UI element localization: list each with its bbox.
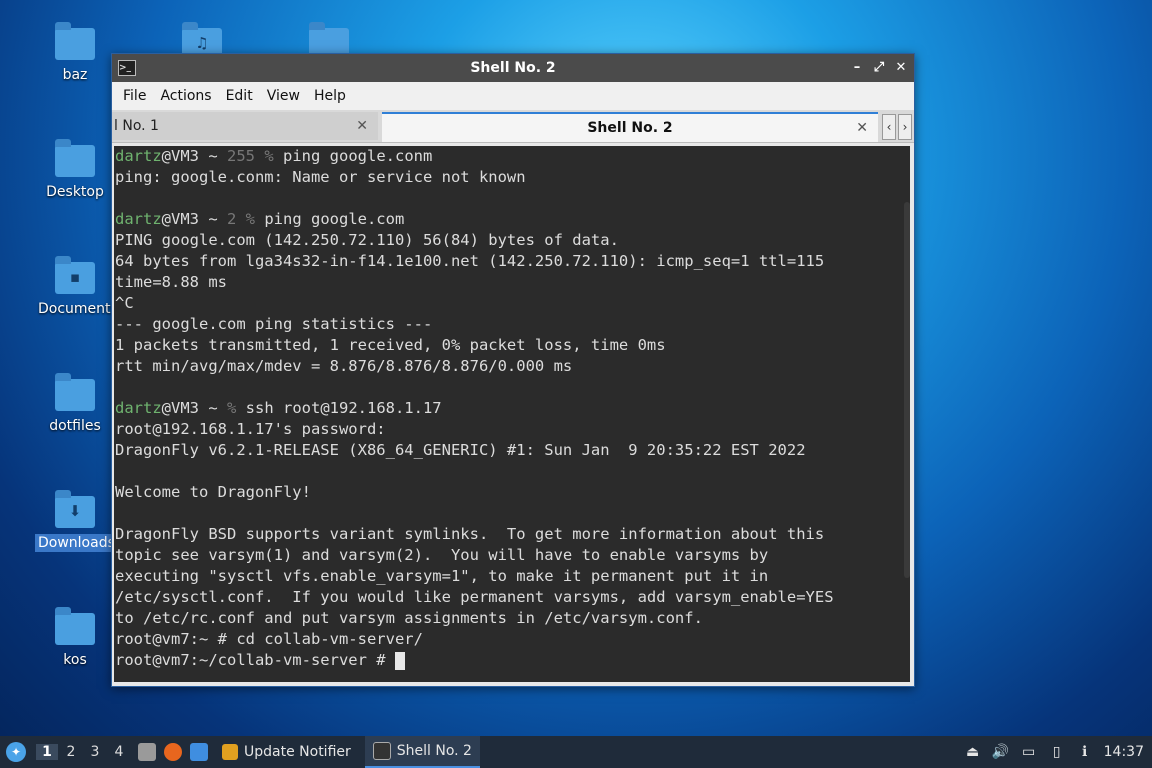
menu-file[interactable]: File <box>116 88 153 104</box>
terminal-icon <box>372 742 391 760</box>
menu-view[interactable]: View <box>260 88 307 104</box>
text-cursor <box>394 651 405 670</box>
terminal-line: executing "sysctl vfs.enable_varsym=1", … <box>115 567 769 585</box>
workspace-switcher: 1234 <box>34 744 130 760</box>
tab-label: Shell No. 2 <box>587 120 673 136</box>
desktop-icon-baz[interactable]: baz <box>35 22 115 84</box>
folder-icon <box>55 607 95 645</box>
workspace-3[interactable]: 3 <box>84 744 106 760</box>
task-update-notifier[interactable]: Update Notifier <box>214 736 359 768</box>
terminal-line: topic see varsym(1) and varsym(2). You w… <box>115 546 769 564</box>
task-label: Shell No. 2 <box>396 743 472 759</box>
terminal-line: --- google.com ping statistics --- <box>115 315 433 333</box>
desktop-icon-label: Desktop <box>46 184 104 200</box>
network-icon[interactable]: ▭ <box>1020 743 1038 761</box>
desktop-icon-kos[interactable]: kos <box>35 607 115 669</box>
close-tab-icon[interactable]: ✕ <box>356 112 368 140</box>
tab-bar: l No. 1 ✕ Shell No. 2 ✕ ‹ › <box>112 110 914 143</box>
terminal-line: rtt min/avg/max/mdev = 8.876/8.876/8.876… <box>115 357 573 375</box>
menu-actions[interactable]: Actions <box>153 88 218 104</box>
desktop-icon-downloads[interactable]: ⬇ Downloads <box>35 490 118 552</box>
desktop-icon-dotfiles[interactable]: dotfiles <box>35 373 115 435</box>
tab-shell-2[interactable]: Shell No. 2 ✕ <box>382 112 878 142</box>
folder-icon: ⬇ <box>55 490 95 528</box>
desktop-icon-label: dotfiles <box>49 418 101 434</box>
taskbar: ✦ 1234 Update Notifier Shell No. 2 ⏏ 🔊 ▭ … <box>0 736 1152 768</box>
task-shell-no-2[interactable]: Shell No. 2 <box>364 736 480 768</box>
terminal-window: >_ Shell No. 2 – ⤢ ✕ File Actions Edit V… <box>111 53 915 687</box>
terminal-line: root@192.168.1.17's password: <box>115 420 386 438</box>
notification-icon[interactable]: ℹ <box>1076 743 1094 761</box>
folder-icon <box>55 373 95 411</box>
tab-scroll-right-icon[interactable]: › <box>898 114 912 140</box>
terminal-line: Welcome to DragonFly! <box>115 483 311 501</box>
window-titlebar[interactable]: >_ Shell No. 2 – ⤢ ✕ <box>112 54 914 82</box>
volume-icon[interactable]: 🔊 <box>992 743 1010 761</box>
desktop-icon-label: baz <box>62 67 88 83</box>
terminal-line: 64 bytes from lga34s32-in-f14.1e100.net … <box>115 252 825 270</box>
terminal-line: DragonFly v6.2.1-RELEASE (X86_64_GENERIC… <box>115 441 806 459</box>
update-notifier-icon <box>222 744 238 760</box>
minimize-button[interactable]: – <box>850 54 864 82</box>
start-menu-icon[interactable]: ✦ <box>6 742 26 762</box>
menubar: File Actions Edit View Help <box>112 82 914 110</box>
menu-edit[interactable]: Edit <box>219 88 260 104</box>
firefox-icon[interactable] <box>164 743 182 761</box>
terminal-line: 1 packets transmitted, 1 received, 0% pa… <box>115 336 666 354</box>
folder-icon <box>55 139 95 177</box>
workspace-1[interactable]: 1 <box>36 744 58 760</box>
terminal-line: root@vm7:~/collab-vm-server # <box>114 650 910 671</box>
desktop-icon-documents[interactable]: ▪ Documents <box>35 256 118 318</box>
desktop-icon-label: Documents <box>38 301 118 317</box>
desktop-icon-desktop[interactable]: Desktop <box>35 139 115 201</box>
terminal-line: ping: google.conm: Name or service not k… <box>115 168 526 186</box>
desktop-icon-label: Downloads <box>35 534 118 552</box>
terminal-scrollbar[interactable] <box>904 202 910 578</box>
eject-icon[interactable]: ⏏ <box>964 743 982 761</box>
file-manager-icon[interactable] <box>138 743 156 761</box>
folder-icon: ▪ <box>55 256 95 294</box>
close-button[interactable]: ✕ <box>894 54 908 82</box>
terminal-line: ^C <box>115 294 134 312</box>
maximize-button[interactable]: ⤢ <box>872 54 886 82</box>
terminal-line: to /etc/rc.conf and put varsym assignmen… <box>115 609 703 627</box>
terminal-line: dartz@VM3 ~ 2 % ping google.com <box>115 210 405 228</box>
task-list: Update Notifier Shell No. 2 <box>208 736 480 768</box>
folder-icon <box>55 22 95 60</box>
clock[interactable]: 14:37 <box>1104 744 1144 760</box>
terminal-icon: >_ <box>118 60 136 76</box>
terminal-line: dartz@VM3 ~ 255 % ping google.conm <box>115 147 433 165</box>
terminal-line: dartz@VM3 ~ % ssh root@192.168.1.17 <box>115 399 442 417</box>
terminal-line: time=8.88 ms <box>115 273 227 291</box>
tab-shell-1[interactable]: l No. 1 ✕ <box>112 112 378 140</box>
tab-scroll-left-icon[interactable]: ‹ <box>882 114 896 140</box>
clipboard-icon[interactable]: ▯ <box>1048 743 1066 761</box>
task-label: Update Notifier <box>244 744 351 760</box>
window-title: Shell No. 2 <box>470 60 556 76</box>
terminal-line: DragonFly BSD supports variant symlinks.… <box>115 525 825 543</box>
workspace-2[interactable]: 2 <box>60 744 82 760</box>
terminal-line: root@vm7:~ # cd collab-vm-server/ <box>115 630 423 648</box>
menu-help[interactable]: Help <box>307 88 353 104</box>
desktop-icon-label: kos <box>63 652 87 668</box>
workspace-4[interactable]: 4 <box>108 744 130 760</box>
close-tab-icon[interactable]: ✕ <box>856 114 868 142</box>
desktop-show-icon[interactable] <box>190 743 208 761</box>
terminal-line: PING google.com (142.250.72.110) 56(84) … <box>115 231 619 249</box>
tab-label: l No. 1 <box>114 118 159 134</box>
terminal-output[interactable]: dartz@VM3 ~ 255 % ping google.conm ping: … <box>114 146 910 682</box>
system-tray: ⏏ 🔊 ▭ ▯ ℹ 14:37 <box>964 736 1152 768</box>
terminal-line: /etc/sysctl.conf. If you would like perm… <box>115 588 834 606</box>
